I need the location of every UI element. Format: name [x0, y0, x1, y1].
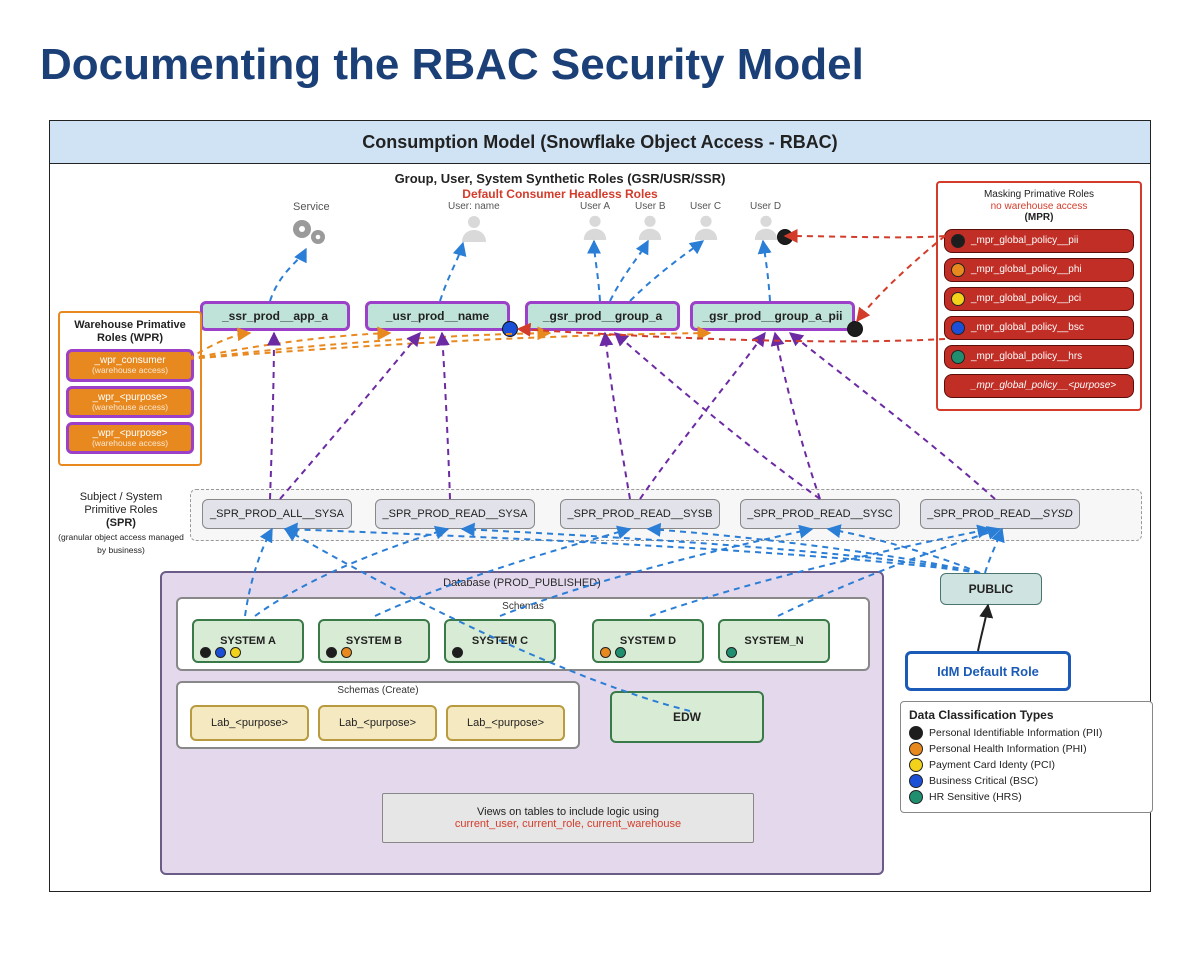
wpr-item: _wpr_<purpose>(warehouse access) [66, 422, 194, 454]
schemas-title: Schemas [178, 601, 868, 612]
wpr-panel: Warehouse Primative Roles (WPR) _wpr_con… [58, 311, 202, 466]
idm-role: IdM Default Role [905, 651, 1071, 691]
spr-item: _SPR_PROD_READ__SYSA [375, 499, 535, 529]
spr-label: Subject / System Primitive Roles (SPR) (… [56, 491, 186, 557]
gear-icon [288, 215, 330, 254]
user-label: User D [750, 201, 781, 212]
role-gsr-a: _gsr_prod__group_a [525, 301, 680, 331]
user-label: User B [635, 201, 666, 212]
mpr-item: _mpr_global_policy__hrs [944, 345, 1134, 369]
pii-dot-icon [777, 229, 793, 245]
mpr-panel: Masking Primative Roles no warehouse acc… [936, 181, 1142, 411]
create-title: Schemas (Create) [178, 685, 578, 696]
db-title: Database (PROD_PUBLISHED) [162, 577, 882, 589]
database: Database (PROD_PUBLISHED) Schemas SYSTEM… [160, 571, 884, 875]
banner: Consumption Model (Snowflake Object Acce… [50, 121, 1150, 164]
wpr-item: _wpr_<purpose>(warehouse access) [66, 386, 194, 418]
user-icon: User B [635, 201, 666, 240]
spr-item: _SPR_PROD_ALL__SYSA [202, 499, 352, 529]
bsc-dot-icon [502, 321, 518, 337]
schemas-create: Schemas (Create) Lab_<purpose> Lab_<purp… [176, 681, 580, 749]
user-label: User A [580, 201, 610, 212]
classification-row: Business Critical (BSC) [909, 774, 1144, 788]
service-label: Service [293, 201, 330, 213]
user-label: User C [690, 201, 721, 212]
user-label: User: name [448, 201, 500, 212]
classification-panel: Data Classification Types Personal Ident… [900, 701, 1153, 813]
wpr-title: Warehouse Primative Roles (WPR) [66, 319, 194, 345]
mpr-item: _mpr_global_policy__pci [944, 287, 1134, 311]
wpr-item: _wpr_consumer(warehouse access) [66, 349, 194, 381]
synthetic-title: Group, User, System Synthetic Roles (GSR… [350, 171, 770, 187]
classification-title: Data Classification Types [909, 708, 1144, 722]
spr-item: _SPR_PROD_READ__SYSC [740, 499, 900, 529]
schema: SYSTEM A [192, 619, 304, 663]
views-line1: Views on tables to include logic using [477, 806, 659, 818]
role-usr: _usr_prod__name [365, 301, 510, 331]
user-icon: User C [690, 201, 721, 240]
spr-item: _SPR_PROD_READ__SYSB [560, 499, 720, 529]
schema: SYSTEM C [444, 619, 556, 663]
schema: SYSTEM D [592, 619, 704, 663]
lab: Lab_<purpose> [446, 705, 565, 741]
role-gsr-a-pii: _gsr_prod__group_a_pii [690, 301, 855, 331]
user-icon: User A [580, 201, 610, 240]
role-ssr: _ssr_prod__app_a [200, 301, 350, 331]
mpr-item: _mpr_global_policy__phi [944, 258, 1134, 282]
lab: Lab_<purpose> [190, 705, 309, 741]
mpr-item: _mpr_global_policy__pii [944, 229, 1134, 253]
mpr-item: _mpr_global_policy__<purpose> [944, 374, 1134, 398]
user-icon: User: name [448, 201, 500, 242]
classification-row: Personal Health Information (PHI) [909, 742, 1144, 756]
classification-row: Personal Identifiable Information (PII) [909, 726, 1144, 740]
diagram-canvas: Consumption Model (Snowflake Object Acce… [49, 120, 1151, 892]
schema: SYSTEM_N [718, 619, 830, 663]
views-line2: current_user, current_role, current_ware… [455, 818, 681, 830]
mpr-item: _mpr_global_policy__bsc [944, 316, 1134, 340]
views-note: Views on tables to include logic using c… [382, 793, 754, 843]
classification-row: Payment Card Identy (PCI) [909, 758, 1144, 772]
page-title: Documenting the RBAC Security Model [40, 40, 1160, 90]
pii-dot-icon [847, 321, 863, 337]
spr-item: _SPR_PROD_READ__SYSD [920, 499, 1080, 529]
schemas: Schemas SYSTEM A SYSTEM B SYSTEM C SYSTE… [176, 597, 870, 671]
mpr-title: Masking Primative Roles no warehouse acc… [944, 189, 1134, 224]
public-role: PUBLIC [940, 573, 1042, 605]
synthetic-sub: Default Consumer Headless Roles [430, 187, 690, 202]
classification-row: HR Sensitive (HRS) [909, 790, 1144, 804]
schema: SYSTEM B [318, 619, 430, 663]
lab: Lab_<purpose> [318, 705, 437, 741]
edw: EDW [610, 691, 764, 743]
